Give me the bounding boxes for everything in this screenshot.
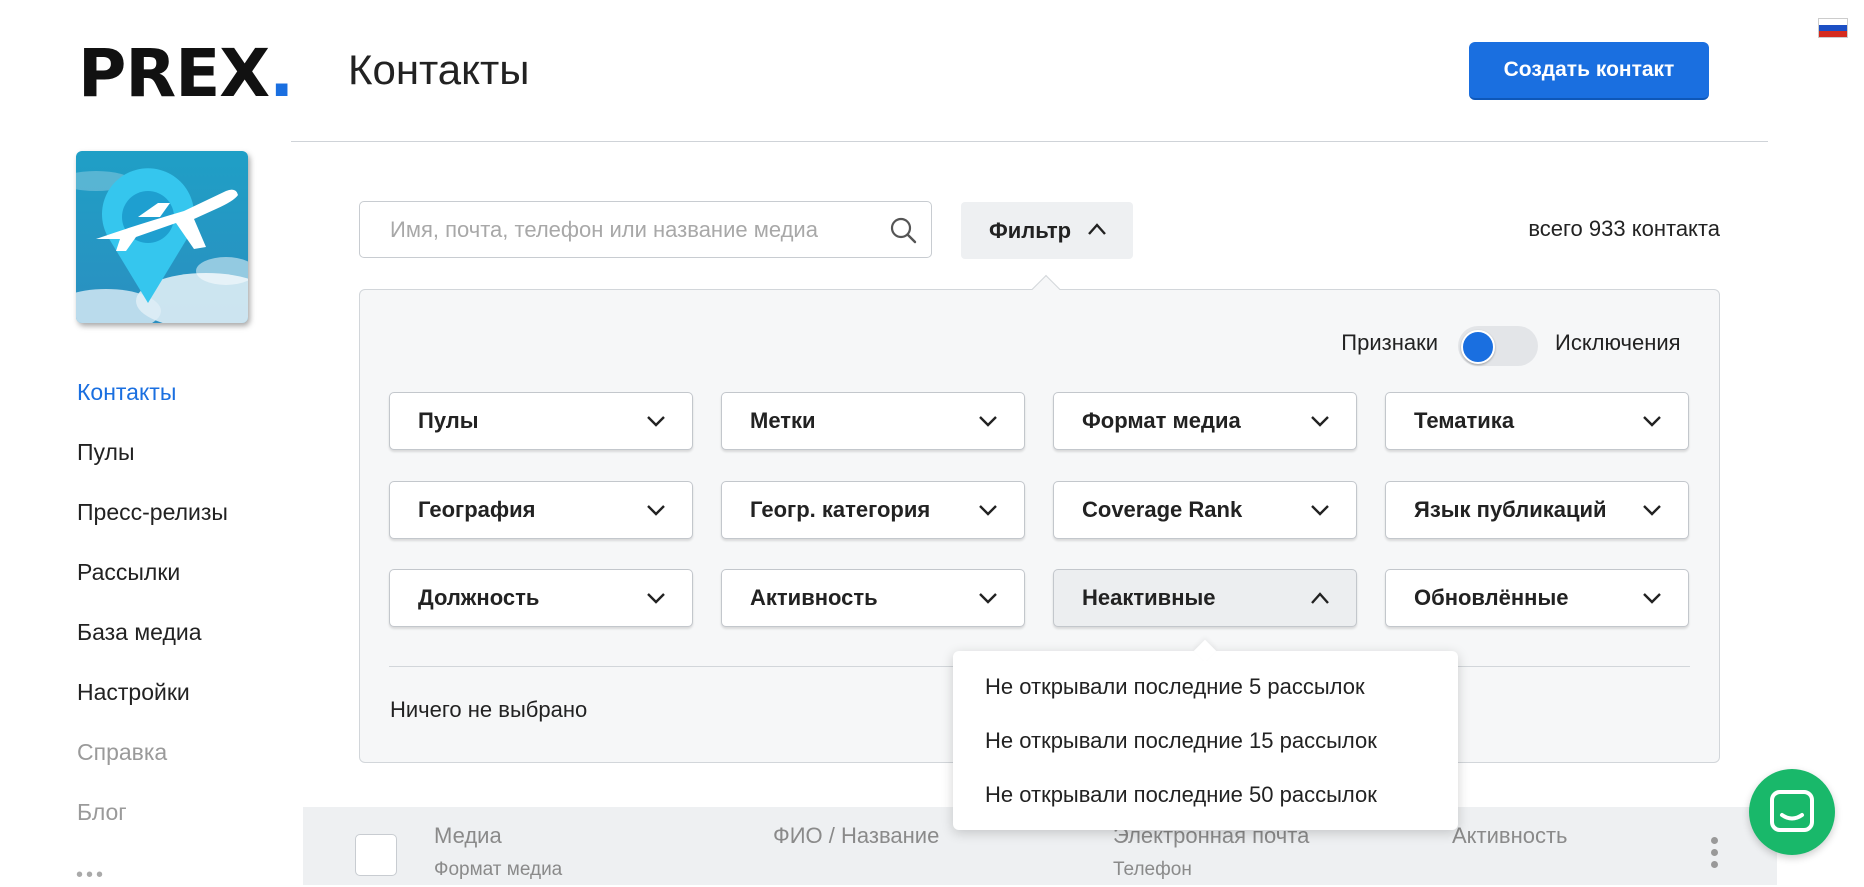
dropdown-pools[interactable]: Пулы: [389, 392, 693, 450]
chat-icon: [1770, 790, 1814, 832]
search-box: [359, 201, 932, 258]
chevron-down-icon: [647, 416, 665, 427]
dropdown-position[interactable]: Должность: [389, 569, 693, 627]
chevron-down-icon: [1643, 593, 1661, 604]
search-input[interactable]: [388, 202, 868, 257]
sidebar-item-blog[interactable]: Блог: [77, 792, 228, 852]
dropdown-publication-language[interactable]: Язык публикаций: [1385, 481, 1689, 539]
menu-item-last-15[interactable]: Не открывали последние 15 рассылок: [985, 728, 1377, 754]
column-settings-icon[interactable]: [1711, 837, 1719, 873]
chevron-down-icon: [1643, 416, 1661, 427]
sidebar-item-pools[interactable]: Пулы: [77, 432, 228, 492]
page-title: Контакты: [348, 46, 530, 93]
sidebar-nav: Контакты Пулы Пресс-релизы Рассылки База…: [77, 372, 228, 852]
dropdown-media-format[interactable]: Формат медиа: [1053, 392, 1357, 450]
column-name[interactable]: ФИО / Название: [773, 823, 939, 849]
dropdown-label: Геогр. категория: [750, 497, 931, 522]
sidebar-item-press-releases[interactable]: Пресс-релизы: [77, 492, 228, 552]
russian-flag-icon[interactable]: [1818, 18, 1848, 38]
chevron-down-icon: [1311, 505, 1329, 516]
contacts-total: всего 933 контакта: [1500, 216, 1720, 242]
sidebar-item-contacts[interactable]: Контакты: [77, 372, 228, 432]
inactive-options-menu: Не открывали последние 5 рассылок Не отк…: [953, 651, 1458, 830]
create-contact-button[interactable]: Создать контакт: [1469, 42, 1709, 100]
chevron-down-icon: [979, 416, 997, 427]
dropdown-label: Обновлённые: [1414, 585, 1569, 610]
mode-toggle-group: Признаки Исключения: [1300, 326, 1690, 366]
column-phone[interactable]: Телефон: [1113, 859, 1192, 881]
menu-item-last-5[interactable]: Не открывали последние 5 рассылок: [985, 674, 1365, 700]
chat-widget-button[interactable]: [1749, 769, 1835, 855]
toggle-knob: [1461, 330, 1495, 364]
features-exclusions-toggle[interactable]: [1458, 326, 1538, 366]
logo-text: PREX: [78, 35, 270, 112]
dropdown-tags[interactable]: Метки: [721, 392, 1025, 450]
header-divider: [291, 141, 1768, 142]
chevron-down-icon: [979, 593, 997, 604]
airplane-location-icon: [76, 151, 248, 323]
total-prefix: всего: [1528, 216, 1583, 241]
dropdown-label: Coverage Rank: [1082, 497, 1243, 522]
dropdown-label: География: [418, 497, 536, 522]
selection-summary: Ничего не выбрано: [390, 697, 588, 722]
sidebar-item-help[interactable]: Справка: [77, 732, 228, 792]
sidebar-item-media-base[interactable]: База медиа: [77, 612, 228, 672]
company-avatar[interactable]: [76, 151, 248, 323]
dropdown-geography[interactable]: География: [389, 481, 693, 539]
dropdown-label: Активность: [750, 585, 878, 610]
sidebar-item-mailings[interactable]: Рассылки: [77, 552, 228, 612]
column-activity[interactable]: Активность: [1452, 823, 1568, 849]
dropdown-updated[interactable]: Обновлённые: [1385, 569, 1689, 627]
dropdown-geo-category[interactable]: Геогр. категория: [721, 481, 1025, 539]
column-media-format[interactable]: Формат медиа: [434, 859, 562, 881]
chevron-down-icon: [1311, 416, 1329, 427]
logo-dot: .: [269, 35, 294, 112]
dropdown-label: Язык публикаций: [1414, 497, 1607, 522]
column-media[interactable]: Медиа: [434, 823, 502, 849]
dropdown-label: Должность: [418, 585, 540, 610]
dropdown-label: Неактивные: [1082, 585, 1216, 610]
dropdown-label: Формат медиа: [1082, 408, 1241, 433]
dropdown-label: Пулы: [418, 408, 479, 433]
chevron-down-icon: [647, 593, 665, 604]
chevron-up-icon: [1311, 592, 1329, 604]
dropdown-label: Метки: [750, 408, 816, 433]
sidebar-more-icon[interactable]: •••: [76, 864, 106, 887]
dropdown-activity[interactable]: Активность: [721, 569, 1025, 627]
chevron-up-icon: [1088, 223, 1106, 235]
total-suffix: контакта: [1631, 216, 1720, 241]
toggle-label-exclusions: Исключения: [1555, 330, 1681, 355]
filter-button[interactable]: Фильтр: [961, 202, 1133, 259]
dropdown-inactive[interactable]: Неактивные: [1053, 569, 1357, 627]
filter-button-label: Фильтр: [989, 217, 1072, 243]
chevron-down-icon: [1643, 505, 1661, 516]
total-count: 933: [1588, 216, 1626, 241]
dropdown-label: Тематика: [1414, 408, 1515, 433]
select-all-checkbox[interactable]: [355, 834, 397, 876]
toggle-label-features: Признаки: [1341, 330, 1438, 355]
dropdown-coverage-rank[interactable]: Coverage Rank: [1053, 481, 1357, 539]
search-icon[interactable]: [889, 216, 917, 244]
dropdown-topic[interactable]: Тематика: [1385, 392, 1689, 450]
chevron-down-icon: [647, 505, 665, 516]
prex-logo[interactable]: PREX.: [78, 35, 294, 112]
sidebar-item-settings[interactable]: Настройки: [77, 672, 228, 732]
chevron-down-icon: [979, 505, 997, 516]
menu-item-last-50[interactable]: Не открывали последние 50 рассылок: [985, 782, 1377, 808]
